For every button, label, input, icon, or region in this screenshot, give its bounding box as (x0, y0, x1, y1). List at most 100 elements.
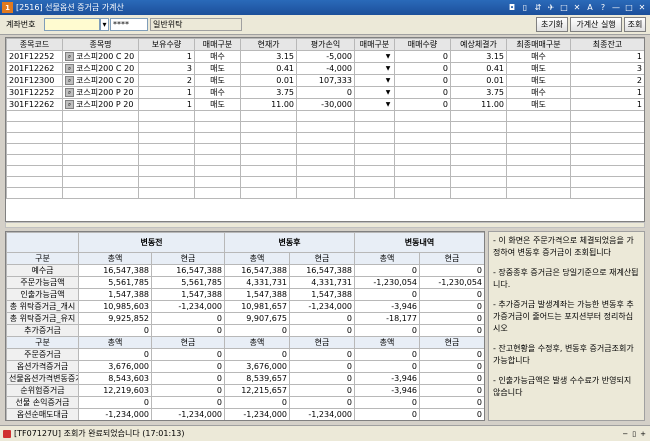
cell-trade_side[interactable]: ▼ (354, 50, 395, 63)
chevron-down-icon[interactable]: ▼ (384, 52, 392, 61)
cell-trade_side[interactable]: ▼ (354, 86, 395, 99)
empty-cell (62, 110, 139, 122)
window-control-icon[interactable]: A (585, 1, 595, 13)
value-cell: 0 (418, 408, 484, 420)
window-control-icon[interactable]: ⇵ (533, 1, 543, 13)
empty-row (6, 121, 644, 133)
window-control-icon[interactable]: ✕ (637, 1, 647, 13)
query-button[interactable]: 조회 (624, 17, 646, 32)
reset-button[interactable]: 초기화 (536, 17, 568, 32)
window-control-icon[interactable]: ◘ (507, 1, 517, 13)
cell-price: 0.01 (240, 74, 297, 87)
search-icon[interactable]: ⌕ (65, 88, 74, 97)
value-cell: 0 (354, 324, 420, 337)
chevron-down-icon[interactable]: ▼ (384, 100, 392, 109)
window-controls: ◘ ▯ ⇵ ✈ □ ✕ A? — □ ✕ (507, 1, 647, 13)
calc-button[interactable]: 가계산 실행 (570, 17, 622, 32)
cell-exp_price[interactable]: 11.00 (450, 98, 507, 111)
value-cell: 9,907,675 (224, 312, 290, 325)
table-row[interactable]: 301F12262 ⌕ 코스피200 P 20 1 매도 11.00 -30,000 ▼ 0 11… (6, 98, 644, 111)
zoom-control-icon[interactable]: ▯ (632, 430, 636, 438)
window-control-icon[interactable]: ✕ (572, 1, 582, 13)
empty-cell (354, 143, 395, 155)
table-row[interactable]: 201F12300 ⌕ 코스피200 C 20 2 매도 0.01 107,333 ▼ 0 0.0… (6, 74, 644, 87)
empty-cell (138, 143, 195, 155)
cell-code[interactable]: 301F12252 (6, 86, 63, 99)
cell-code[interactable]: 301F12262 (6, 98, 63, 111)
cell-qty[interactable]: 1 (138, 86, 195, 99)
cell-trade_qty[interactable]: 0 (394, 62, 451, 75)
cell-qty[interactable]: 1 (138, 98, 195, 111)
cell-exp_price[interactable]: 0.01 (450, 74, 507, 87)
value-cell: 0 (224, 324, 290, 337)
cell-qty[interactable]: 3 (138, 62, 195, 75)
empty-cell (6, 132, 63, 144)
cell-trade_side[interactable]: ▼ (354, 98, 395, 111)
search-icon[interactable]: ⌕ (65, 52, 74, 61)
sub-header: 총액 (354, 252, 420, 265)
value-cell: 0 (418, 264, 484, 277)
positions-header: 종목코드 종목명 보유수량 매매구분 현재가 평가손익 매매구분 매매수량 예상체결가 최종매매구… (6, 38, 644, 51)
cell-trade_qty[interactable]: 0 (394, 98, 451, 111)
empty-cell (240, 154, 297, 166)
cell-trade_side[interactable]: ▼ (354, 62, 395, 75)
value-cell: 0 (289, 396, 355, 409)
cell-final_bal: 1 (570, 86, 644, 99)
value-cell: 0 (151, 384, 225, 397)
empty-cell (138, 132, 195, 144)
value-cell: 0 (418, 384, 484, 397)
account-input[interactable] (44, 18, 100, 31)
cell-exp_price[interactable]: 3.75 (450, 86, 507, 99)
chevron-down-icon[interactable]: ▼ (384, 76, 392, 85)
table-row[interactable]: 301F12252 ⌕ 코스피200 P 20 1 매수 3.75 0 ▼ 0 3.75 매수 1 (6, 86, 644, 99)
empty-cell (570, 154, 644, 166)
window-control-icon[interactable]: ✈ (546, 1, 556, 13)
chevron-down-icon[interactable]: ▼ (384, 64, 392, 73)
empty-cell (354, 132, 395, 144)
cell-exp_price[interactable]: 3.15 (450, 50, 507, 63)
cell-code[interactable]: 201F12300 (6, 74, 63, 87)
search-icon[interactable]: ⌕ (65, 100, 74, 109)
window-control-icon[interactable]: ▯ (520, 1, 530, 13)
table-row[interactable]: 201F12262 ⌕ 코스피200 C 20 3 매도 0.41 -4,000 ▼ 0 0.41… (6, 62, 644, 75)
cell-trade_qty[interactable]: 0 (394, 74, 451, 87)
empty-cell (240, 165, 297, 177)
value-cell: 0 (151, 396, 225, 409)
cell-trade_qty[interactable]: 0 (394, 86, 451, 99)
window-control-icon[interactable]: □ (624, 1, 634, 13)
cell-qty[interactable]: 1 (138, 50, 195, 63)
account-name: 일반위탁 (150, 18, 242, 31)
empty-cell (296, 176, 355, 188)
account-dropdown[interactable]: ▾ (100, 18, 109, 31)
cell-qty[interactable]: 2 (138, 74, 195, 87)
window-control-icon[interactable]: □ (559, 1, 569, 13)
zoom-control-icon[interactable]: + (640, 430, 646, 438)
table-row[interactable]: 201F12252 ⌕ 코스피200 C 20 1 매수 3.15 -5,000 ▼ 0 3.15… (6, 50, 644, 63)
value-cell: 0 (418, 312, 484, 325)
cell-trade_qty[interactable]: 0 (394, 50, 451, 63)
row-label: 총 위탁증거금_유지 (6, 312, 79, 325)
password-input[interactable]: **** (110, 18, 148, 31)
cell-trade_side[interactable]: ▼ (354, 74, 395, 87)
value-cell: 0 (151, 312, 225, 325)
search-icon[interactable]: ⌕ (65, 76, 74, 85)
empty-cell (296, 143, 355, 155)
cell-code[interactable]: 201F12252 (6, 50, 63, 63)
search-icon[interactable]: ⌕ (65, 64, 74, 73)
chevron-down-icon[interactable]: ▼ (384, 88, 392, 97)
empty-cell (62, 121, 139, 133)
cell-pnl: 0 (296, 86, 355, 99)
zoom-control-icon[interactable]: − (622, 430, 628, 438)
empty-cell (354, 176, 395, 188)
empty-cell (450, 187, 507, 199)
cell-exp_price[interactable]: 0.41 (450, 62, 507, 75)
empty-cell (506, 154, 571, 166)
horizontal-scrollbar[interactable] (5, 222, 645, 228)
value-cell: 0 (418, 396, 484, 409)
column-header: 종목코드 (6, 38, 63, 51)
empty-cell (506, 165, 571, 177)
table-row: 선물옵션가격변동증거금8,543,60308,539,6570-3,9460 (6, 372, 484, 385)
window-control-icon[interactable]: ? (598, 1, 608, 13)
window-control-icon[interactable]: — (611, 1, 621, 13)
cell-code[interactable]: 201F12262 (6, 62, 63, 75)
